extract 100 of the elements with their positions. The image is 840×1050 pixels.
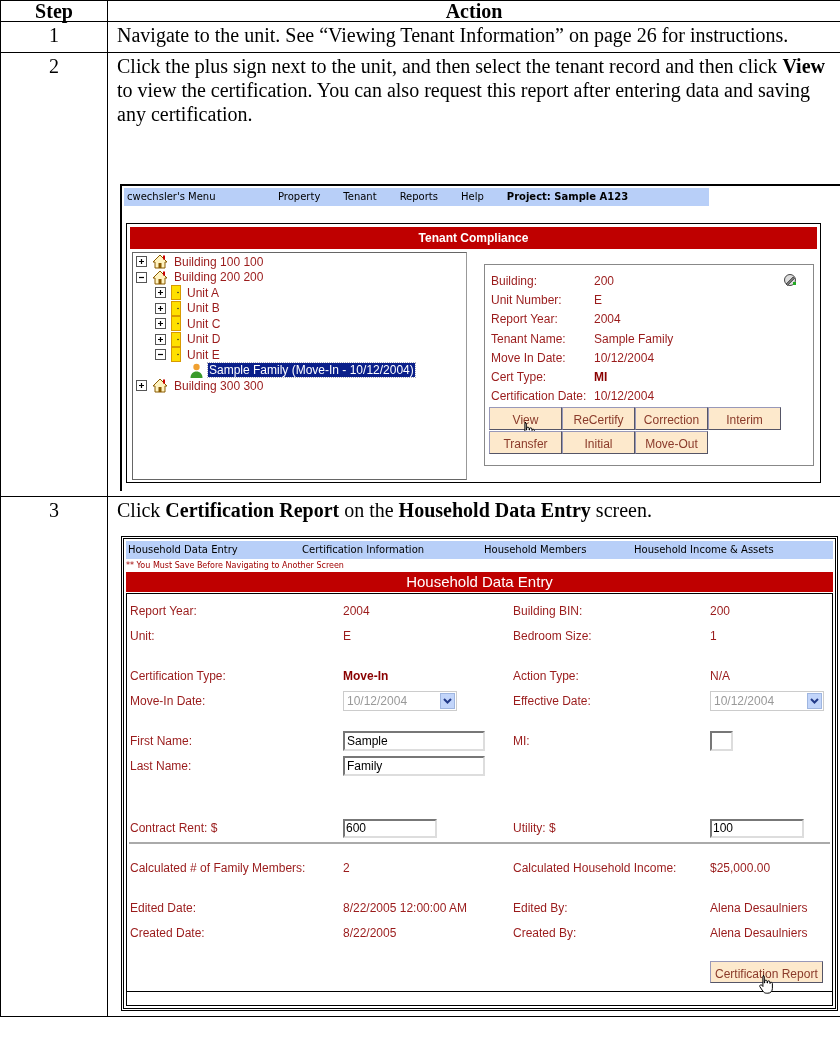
field-label: Calculated Household Income: <box>513 860 678 877</box>
expand-icon[interactable] <box>155 302 166 314</box>
chevron-down-icon <box>810 698 819 704</box>
detail-value: 200 <box>594 272 615 290</box>
field-label: Bedroom Size: <box>513 628 593 645</box>
tree-item[interactable]: Unit D <box>186 332 222 347</box>
detail-value: 10/12/2004 <box>594 388 655 406</box>
column-header: Step <box>1 1 108 21</box>
detail-value: 2004 <box>594 311 621 329</box>
expand-icon[interactable] <box>136 256 147 268</box>
detail-label: Report Year: <box>491 311 559 329</box>
step-instruction: Click the plus sign next to the unit, and then select the tenant record and then click View to view the certification. You can also request this report after entering data and saving any certification. <box>117 55 825 125</box>
menu-item[interactable]: cwechsler's Menu <box>127 185 278 209</box>
field-label: MI: <box>513 733 531 750</box>
tree-item[interactable]: Building 100 100 <box>173 254 265 269</box>
field-label: Unit: <box>130 628 156 645</box>
field-value: 8/22/2005 <box>343 925 397 942</box>
action-button[interactable]: Transfer <box>489 431 562 455</box>
field-label: Effective Date: <box>513 693 592 710</box>
nav-item[interactable]: Certification Information <box>302 538 484 562</box>
action-button[interactable]: Interim <box>708 407 781 431</box>
field-label: Building BIN: <box>513 603 584 620</box>
field-label: Action Type: <box>513 668 580 685</box>
field-value: $25,000.00 <box>710 860 771 877</box>
door-icon <box>171 347 181 363</box>
action-button[interactable]: Correction <box>635 407 708 431</box>
field-label: Move-In Date: <box>130 693 207 710</box>
house-icon <box>152 269 168 285</box>
field-value: 2 <box>343 860 350 877</box>
tree-item[interactable]: Unit A <box>186 285 220 300</box>
field-label: Utility: $ <box>513 820 557 837</box>
person-icon <box>190 362 203 378</box>
text-field[interactable]: Sample <box>343 731 485 751</box>
field-label: Edited By: <box>513 900 569 917</box>
collapse-icon[interactable] <box>155 349 166 361</box>
detail-value: E <box>594 291 602 309</box>
text-field[interactable]: 100 <box>710 818 804 838</box>
tree-item[interactable]: Unit E <box>186 347 221 362</box>
collapse-icon[interactable] <box>136 271 147 283</box>
text-field[interactable]: 600 <box>343 818 437 838</box>
column-header: Action <box>444 1 504 21</box>
action-button[interactable]: View <box>489 407 562 431</box>
menu-item[interactable]: Reports <box>399 185 438 209</box>
detail-label: Move In Date: <box>491 349 567 367</box>
field-value: 200 <box>710 603 731 620</box>
field-label: Calculated # of Family Members: <box>130 860 307 877</box>
field-value: 2004 <box>343 603 370 620</box>
project-label: Project: Sample A123 <box>506 190 629 204</box>
field-value: Alena Desaulniers <box>710 900 808 917</box>
door-icon <box>171 331 181 347</box>
detail-label: Building: <box>491 272 539 290</box>
tree-item[interactable]: Building 200 200 <box>173 270 265 285</box>
action-button[interactable]: Move-Out <box>635 431 708 455</box>
detail-value: Sample Family <box>594 330 674 348</box>
action-button[interactable]: Initial <box>562 431 635 455</box>
tree-item[interactable]: Unit C <box>186 316 222 331</box>
detail-label: Certification Date: <box>491 388 588 406</box>
field-value: E <box>343 628 351 645</box>
expand-icon[interactable] <box>155 287 166 299</box>
expand-icon[interactable] <box>155 318 166 330</box>
menu-item[interactable]: Help <box>461 185 484 209</box>
field-label: Report Year: <box>130 603 198 620</box>
field-value: 8/22/2005 12:00:00 AM <box>343 900 468 917</box>
field-value: Alena Desaulniers <box>710 925 808 942</box>
panel-title: Household Data Entry <box>126 572 833 592</box>
nav-item[interactable]: Household Data Entry <box>128 538 302 562</box>
detail-label: Cert Type: <box>491 369 548 387</box>
detail-value: MI <box>594 369 608 387</box>
field-label: First Name: <box>130 733 193 750</box>
nav-item[interactable]: Household Members <box>484 538 634 562</box>
step-number: 2 <box>49 55 59 77</box>
field-label: Certification Type: <box>130 668 227 685</box>
detail-label: Tenant Name: <box>491 330 567 348</box>
text-field[interactable]: Family <box>343 756 485 776</box>
field-label: Last Name: <box>130 758 193 775</box>
detail-label: Unit Number: <box>491 291 563 309</box>
step-number: 1 <box>49 24 59 46</box>
expand-icon[interactable] <box>155 333 166 345</box>
field-value: Move-In <box>343 668 389 685</box>
action-button[interactable]: ReCertify <box>562 407 635 431</box>
door-icon <box>171 316 181 332</box>
field-value: N/A <box>710 668 730 685</box>
menu-item[interactable]: Property <box>278 185 321 209</box>
door-icon <box>171 300 181 316</box>
tree-item[interactable]: Unit B <box>186 301 221 316</box>
step-instruction: Click Certification Report on the Household Data Entry screen. <box>117 499 652 521</box>
text-field[interactable] <box>710 731 733 751</box>
field-label: Contract Rent: $ <box>130 820 219 837</box>
detail-value: 10/12/2004 <box>594 349 655 367</box>
nav-item[interactable]: Household Income & Assets <box>634 538 774 562</box>
house-icon <box>152 254 168 270</box>
warning-text: ** You Must Save Before Navigating to Another Screen <box>126 560 345 572</box>
menu-item[interactable]: Tenant <box>343 185 377 209</box>
field-label: Created Date: <box>130 925 206 942</box>
tree-item[interactable]: Building 300 300 <box>173 378 265 393</box>
house-icon <box>152 378 168 394</box>
tree-item[interactable]: Sample Family (Move-In - 10/12/2004) <box>208 363 415 378</box>
expand-icon[interactable] <box>136 380 147 392</box>
field-label: Edited Date: <box>130 900 198 917</box>
step-number: 3 <box>49 499 59 521</box>
